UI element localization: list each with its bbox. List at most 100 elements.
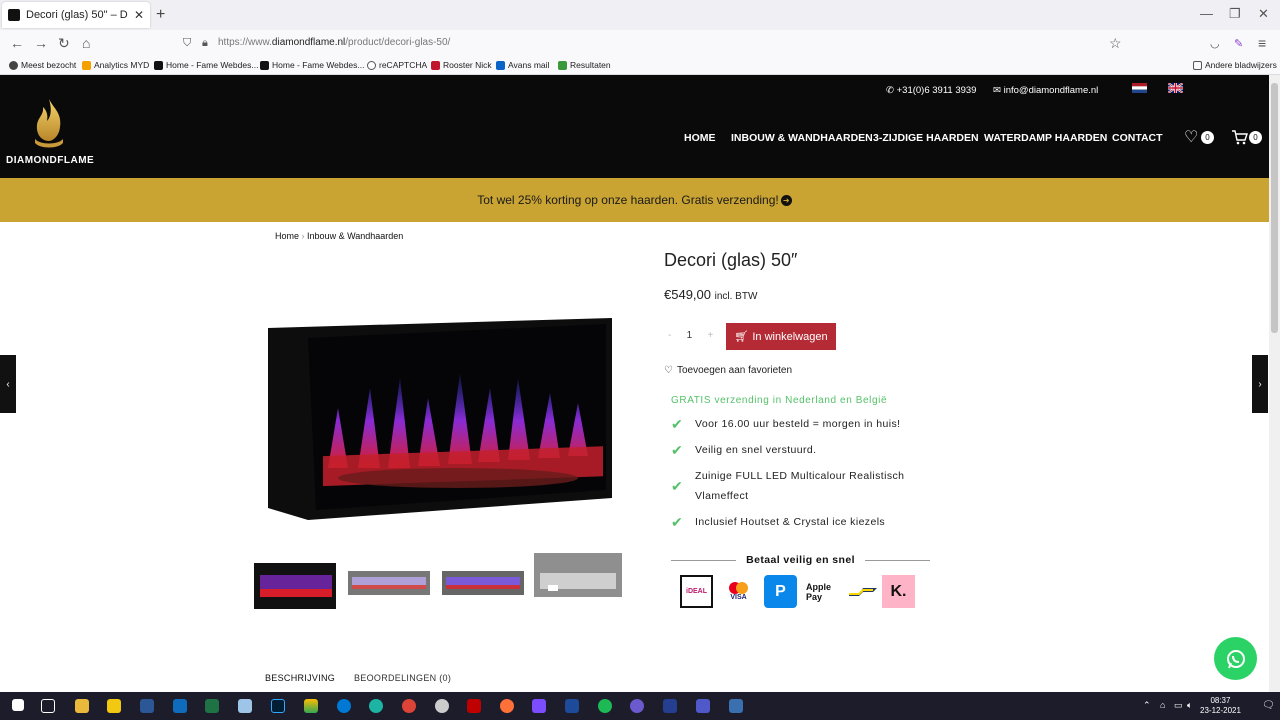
- home-icon[interactable]: ⌂: [82, 35, 90, 51]
- klarna-icon: K.: [882, 575, 915, 608]
- dutch-flag-icon[interactable]: [1132, 83, 1147, 93]
- uk-flag-icon[interactable]: [1168, 83, 1183, 93]
- results-icon: [558, 60, 567, 70]
- browser-tab[interactable]: Decori (glas) 50" – Diamond Fl ✕: [2, 2, 150, 28]
- close-window-icon[interactable]: ✕: [1258, 6, 1269, 22]
- site-header: DIAMONDFLAME ✆ +31(0)6 3911 3939 ✉ info@…: [0, 75, 1269, 178]
- windows-start-icon[interactable]: [12, 699, 24, 711]
- rooster-icon: [431, 60, 440, 70]
- globe-icon: [367, 60, 376, 70]
- outlook-icon[interactable]: [173, 699, 187, 713]
- email-link[interactable]: ✉ info@diamondflame.nl: [993, 85, 1098, 96]
- teams-icon[interactable]: [696, 699, 710, 713]
- word-icon[interactable]: [140, 699, 154, 713]
- bookmark-item[interactable]: Home - Fame Webdes...: [260, 60, 364, 70]
- thumbnail-4[interactable]: [534, 553, 622, 611]
- edge-dev-icon[interactable]: [369, 699, 383, 713]
- spotify-icon[interactable]: [598, 699, 612, 713]
- whatsapp-button[interactable]: [1214, 637, 1257, 680]
- app-icon[interactable]: [630, 699, 644, 713]
- pocket-icon[interactable]: ◡: [1210, 37, 1220, 50]
- next-product-arrow[interactable]: ›: [1252, 355, 1268, 413]
- excel-icon[interactable]: [205, 699, 219, 713]
- nav-waterdamp-haarden[interactable]: WATERDAMP HAARDEN: [984, 132, 1107, 144]
- wishlist-heart-icon[interactable]: ♡: [1184, 127, 1198, 147]
- extension-icon[interactable]: ✎: [1234, 37, 1243, 50]
- address-bar[interactable]: https://www.diamondflame.nl/product/deco…: [218, 37, 450, 48]
- apple-pay-icon: Apple Pay: [806, 581, 832, 602]
- bookmark-item[interactable]: Avans mail: [496, 60, 549, 70]
- filezilla-icon[interactable]: [467, 699, 481, 713]
- bookmark-item[interactable]: Home - Fame Webdes...: [154, 60, 258, 70]
- forward-icon[interactable]: →: [34, 35, 48, 51]
- thumbnail-1[interactable]: [254, 553, 336, 611]
- nav-3-zijdige-haarden[interactable]: 3-ZIJDIGE HAARDEN: [873, 132, 979, 144]
- prev-product-arrow[interactable]: ‹: [0, 355, 16, 413]
- thumbnail-2[interactable]: [348, 553, 430, 611]
- bookmark-item[interactable]: reCAPTCHA: [367, 60, 427, 70]
- edge-icon[interactable]: [337, 699, 351, 713]
- task-view-icon[interactable]: [41, 699, 55, 713]
- new-tab-button[interactable]: +: [156, 6, 165, 24]
- qty-input[interactable]: 1: [681, 330, 697, 341]
- photoshop-icon[interactable]: [271, 699, 285, 713]
- quantity-stepper[interactable]: - 1 +: [668, 330, 713, 341]
- app-icon[interactable]: [435, 699, 449, 713]
- app-icon[interactable]: [238, 699, 252, 713]
- breadcrumb: Home › Inbouw & Wandhaarden: [275, 231, 404, 241]
- tray-icon[interactable]: ⌂: [1160, 700, 1165, 710]
- nav-contact[interactable]: CONTACT: [1112, 132, 1163, 144]
- network-icon[interactable]: ▭: [1174, 700, 1183, 711]
- system-clock[interactable]: 08:37 23-12-2021: [1200, 696, 1241, 716]
- volume-icon[interactable]: 🔈︎: [1187, 700, 1192, 711]
- add-to-cart-button[interactable]: 🛒︎ In winkelwagen: [726, 323, 836, 350]
- app-icon[interactable]: [304, 699, 318, 713]
- page-scrollbar[interactable]: [1269, 75, 1280, 692]
- product-main-image[interactable]: [268, 318, 612, 520]
- app-icon[interactable]: [565, 699, 579, 713]
- phone-link[interactable]: ✆ +31(0)6 3911 3939: [886, 85, 976, 96]
- reload-icon[interactable]: ↻: [58, 35, 70, 52]
- app-icon[interactable]: [663, 699, 677, 713]
- tab-description[interactable]: BESCHRIJVING: [265, 673, 335, 683]
- qty-minus-button[interactable]: -: [668, 330, 671, 341]
- firefox-icon[interactable]: [500, 699, 514, 713]
- bookmark-item[interactable]: Analytics MYD: [82, 60, 149, 70]
- nav-home[interactable]: HOME: [684, 132, 716, 144]
- tab-reviews[interactable]: BEOORDELINGEN (0): [354, 673, 451, 683]
- back-icon[interactable]: ←: [10, 35, 24, 51]
- bookmark-item[interactable]: Resultaten: [558, 60, 611, 70]
- tray-chevron-icon[interactable]: ⌃: [1143, 700, 1151, 711]
- gear-icon: [9, 60, 18, 70]
- breadcrumb-home[interactable]: Home: [275, 231, 299, 241]
- breadcrumb-category[interactable]: Inbouw & Wandhaarden: [307, 231, 403, 241]
- restore-icon[interactable]: ❐: [1229, 6, 1241, 22]
- menu-icon[interactable]: ≡: [1258, 35, 1266, 51]
- file-explorer-icon[interactable]: [75, 699, 89, 713]
- bookmark-item[interactable]: Rooster Nick: [431, 60, 492, 70]
- bookmark-star-icon[interactable]: ☆: [1109, 35, 1122, 52]
- add-to-favorites-link[interactable]: ♡ Toevoegen aan favorieten: [664, 365, 792, 376]
- sticky-notes-icon[interactable]: [107, 699, 121, 713]
- bookmark-item[interactable]: Meest bezocht: [9, 60, 76, 70]
- check-icon: ✔: [671, 442, 684, 458]
- logo-text[interactable]: DIAMONDFLAME: [6, 155, 94, 166]
- browser-toolbar: ← → ↻ ⌂ ⛉ 🔒︎ https://www.diamondflame.nl…: [0, 30, 1280, 56]
- nav-inbouw-wandhaarden[interactable]: INBOUW & WANDHAARDEN: [731, 132, 873, 144]
- minimize-icon[interactable]: —: [1200, 6, 1213, 21]
- qty-plus-button[interactable]: +: [707, 330, 713, 341]
- cart-icon: 🛒︎: [734, 331, 749, 343]
- notification-icon[interactable]: 🗨︎: [1262, 700, 1275, 711]
- scrollbar-thumb[interactable]: [1271, 83, 1278, 333]
- cart-icon[interactable]: [1231, 130, 1248, 145]
- close-tab-icon[interactable]: ✕: [134, 8, 144, 22]
- shield-icon[interactable]: ⛉: [183, 37, 191, 50]
- app-icon[interactable]: [729, 699, 743, 713]
- other-bookmarks[interactable]: Andere bladwijzers: [1193, 60, 1277, 70]
- app-icon[interactable]: [532, 699, 546, 713]
- flame-logo-icon[interactable]: [30, 97, 68, 149]
- promo-banner[interactable]: Tot wel 25% korting op onze haarden. Gra…: [0, 178, 1269, 222]
- chevron-right-icon: ›: [1258, 378, 1262, 390]
- chrome-icon[interactable]: [402, 699, 416, 713]
- thumbnail-3[interactable]: [442, 553, 524, 611]
